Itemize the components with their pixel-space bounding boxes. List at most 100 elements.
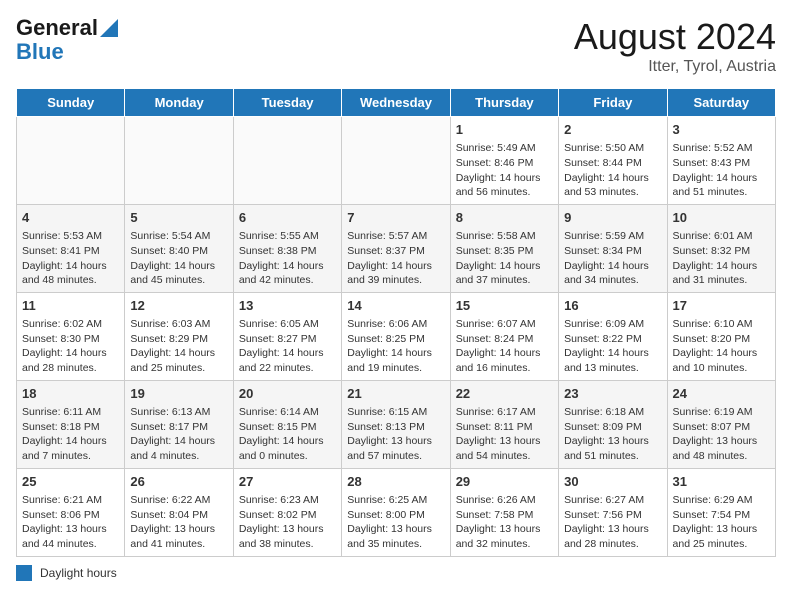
day-number: 23 bbox=[564, 385, 661, 403]
day-cell: 14Sunrise: 6:06 AM Sunset: 8:25 PM Dayli… bbox=[342, 292, 450, 380]
column-header-tuesday: Tuesday bbox=[233, 89, 341, 117]
day-cell bbox=[125, 117, 233, 205]
day-info: Sunrise: 6:22 AM Sunset: 8:04 PM Dayligh… bbox=[130, 493, 227, 552]
day-number: 26 bbox=[130, 473, 227, 491]
day-number: 12 bbox=[130, 297, 227, 315]
day-number: 19 bbox=[130, 385, 227, 403]
day-cell: 31Sunrise: 6:29 AM Sunset: 7:54 PM Dayli… bbox=[667, 468, 775, 556]
day-cell: 5 Sunrise: 5:54 AM Sunset: 8:40 PM Daylig… bbox=[125, 204, 233, 292]
day-number: 28 bbox=[347, 473, 444, 491]
day-number: 24 bbox=[673, 385, 770, 403]
day-cell: 29 Sunrise: 6:26 AM Sunset: 7:58 PM Dayli… bbox=[450, 468, 558, 556]
calendar-body: 1Sunrise: 5:49 AM Sunset: 8:46 PM Daylig… bbox=[17, 117, 776, 557]
day-number: 6 bbox=[239, 209, 336, 227]
logo-triangle-icon bbox=[100, 19, 118, 37]
day-info: Sunrise: 6:19 AM Sunset: 8:07 PM Dayligh… bbox=[673, 405, 770, 464]
day-cell bbox=[233, 117, 341, 205]
day-cell bbox=[17, 117, 125, 205]
day-info: Sunrise: 5:54 AM Sunset: 8:40 PM Dayligh… bbox=[130, 229, 227, 288]
day-info: Sunrise: 6:01 AM Sunset: 8:32 PM Dayligh… bbox=[673, 229, 770, 288]
day-cell: 20Sunrise: 6:14 AM Sunset: 8:15 PM Dayli… bbox=[233, 380, 341, 468]
day-cell: 24 Sunrise: 6:19 AM Sunset: 8:07 PM Dayli… bbox=[667, 380, 775, 468]
day-info: Sunrise: 6:03 AM Sunset: 8:29 PM Dayligh… bbox=[130, 317, 227, 376]
day-info: Sunrise: 6:07 AM Sunset: 8:24 PM Dayligh… bbox=[456, 317, 553, 376]
day-info: Sunrise: 6:23 AM Sunset: 8:02 PM Dayligh… bbox=[239, 493, 336, 552]
day-cell: 30Sunrise: 6:27 AM Sunset: 7:56 PM Dayli… bbox=[559, 468, 667, 556]
day-cell: 19Sunrise: 6:13 AM Sunset: 8:17 PM Dayli… bbox=[125, 380, 233, 468]
column-header-saturday: Saturday bbox=[667, 89, 775, 117]
day-number: 9 bbox=[564, 209, 661, 227]
logo-text: General bbox=[16, 16, 98, 40]
day-info: Sunrise: 6:14 AM Sunset: 8:15 PM Dayligh… bbox=[239, 405, 336, 464]
day-info: Sunrise: 6:21 AM Sunset: 8:06 PM Dayligh… bbox=[22, 493, 119, 552]
column-header-thursday: Thursday bbox=[450, 89, 558, 117]
day-number: 17 bbox=[673, 297, 770, 315]
day-cell: 12 Sunrise: 6:03 AM Sunset: 8:29 PM Dayli… bbox=[125, 292, 233, 380]
day-cell: 26 Sunrise: 6:22 AM Sunset: 8:04 PM Dayli… bbox=[125, 468, 233, 556]
title-block: August 2024 Itter, Tyrol, Austria bbox=[574, 16, 776, 76]
day-number: 21 bbox=[347, 385, 444, 403]
page-subtitle: Itter, Tyrol, Austria bbox=[574, 58, 776, 76]
week-row-4: 25 Sunrise: 6:21 AM Sunset: 8:06 PM Dayli… bbox=[17, 468, 776, 556]
day-info: Sunrise: 5:52 AM Sunset: 8:43 PM Dayligh… bbox=[673, 141, 770, 200]
day-info: Sunrise: 5:59 AM Sunset: 8:34 PM Dayligh… bbox=[564, 229, 661, 288]
day-number: 11 bbox=[22, 297, 119, 315]
day-cell: 21Sunrise: 6:15 AM Sunset: 8:13 PM Dayli… bbox=[342, 380, 450, 468]
day-cell: 25 Sunrise: 6:21 AM Sunset: 8:06 PM Dayli… bbox=[17, 468, 125, 556]
day-info: Sunrise: 6:17 AM Sunset: 8:11 PM Dayligh… bbox=[456, 405, 553, 464]
day-cell: 13Sunrise: 6:05 AM Sunset: 8:27 PM Dayli… bbox=[233, 292, 341, 380]
day-cell: 10Sunrise: 6:01 AM Sunset: 8:32 PM Dayli… bbox=[667, 204, 775, 292]
day-cell: 27 Sunrise: 6:23 AM Sunset: 8:02 PM Dayli… bbox=[233, 468, 341, 556]
day-number: 22 bbox=[456, 385, 553, 403]
day-info: Sunrise: 5:50 AM Sunset: 8:44 PM Dayligh… bbox=[564, 141, 661, 200]
day-info: Sunrise: 6:25 AM Sunset: 8:00 PM Dayligh… bbox=[347, 493, 444, 552]
day-info: Sunrise: 5:53 AM Sunset: 8:41 PM Dayligh… bbox=[22, 229, 119, 288]
day-cell: 1Sunrise: 5:49 AM Sunset: 8:46 PM Daylig… bbox=[450, 117, 558, 205]
day-cell: 11 Sunrise: 6:02 AM Sunset: 8:30 PM Dayli… bbox=[17, 292, 125, 380]
column-header-wednesday: Wednesday bbox=[342, 89, 450, 117]
day-info: Sunrise: 5:55 AM Sunset: 8:38 PM Dayligh… bbox=[239, 229, 336, 288]
day-info: Sunrise: 6:11 AM Sunset: 8:18 PM Dayligh… bbox=[22, 405, 119, 464]
day-cell: 9 Sunrise: 5:59 AM Sunset: 8:34 PM Daylig… bbox=[559, 204, 667, 292]
day-info: Sunrise: 5:57 AM Sunset: 8:37 PM Dayligh… bbox=[347, 229, 444, 288]
day-info: Sunrise: 6:02 AM Sunset: 8:30 PM Dayligh… bbox=[22, 317, 119, 376]
day-cell: 4 Sunrise: 5:53 AM Sunset: 8:41 PM Daylig… bbox=[17, 204, 125, 292]
day-cell: 8 Sunrise: 5:58 AM Sunset: 8:35 PM Daylig… bbox=[450, 204, 558, 292]
day-cell: 6 Sunrise: 5:55 AM Sunset: 8:38 PM Daylig… bbox=[233, 204, 341, 292]
day-info: Sunrise: 6:29 AM Sunset: 7:54 PM Dayligh… bbox=[673, 493, 770, 552]
day-cell: 7 Sunrise: 5:57 AM Sunset: 8:37 PM Daylig… bbox=[342, 204, 450, 292]
week-row-3: 18 Sunrise: 6:11 AM Sunset: 8:18 PM Dayli… bbox=[17, 380, 776, 468]
day-number: 27 bbox=[239, 473, 336, 491]
week-row-0: 1Sunrise: 5:49 AM Sunset: 8:46 PM Daylig… bbox=[17, 117, 776, 205]
day-cell: 23 Sunrise: 6:18 AM Sunset: 8:09 PM Dayli… bbox=[559, 380, 667, 468]
logo-blue-text: Blue bbox=[16, 39, 64, 64]
day-cell: 16Sunrise: 6:09 AM Sunset: 8:22 PM Dayli… bbox=[559, 292, 667, 380]
day-info: Sunrise: 6:09 AM Sunset: 8:22 PM Dayligh… bbox=[564, 317, 661, 376]
day-number: 8 bbox=[456, 209, 553, 227]
week-row-1: 4 Sunrise: 5:53 AM Sunset: 8:41 PM Daylig… bbox=[17, 204, 776, 292]
day-number: 15 bbox=[456, 297, 553, 315]
page-title: August 2024 bbox=[574, 16, 776, 58]
day-number: 14 bbox=[347, 297, 444, 315]
day-number: 7 bbox=[347, 209, 444, 227]
day-number: 4 bbox=[22, 209, 119, 227]
column-header-monday: Monday bbox=[125, 89, 233, 117]
day-info: Sunrise: 6:27 AM Sunset: 7:56 PM Dayligh… bbox=[564, 493, 661, 552]
day-info: Sunrise: 6:26 AM Sunset: 7:58 PM Dayligh… bbox=[456, 493, 553, 552]
day-cell: 3 Sunrise: 5:52 AM Sunset: 8:43 PM Daylig… bbox=[667, 117, 775, 205]
calendar-table: SundayMondayTuesdayWednesdayThursdayFrid… bbox=[16, 88, 776, 557]
column-header-sunday: Sunday bbox=[17, 89, 125, 117]
day-cell: 15 Sunrise: 6:07 AM Sunset: 8:24 PM Dayli… bbox=[450, 292, 558, 380]
day-info: Sunrise: 5:58 AM Sunset: 8:35 PM Dayligh… bbox=[456, 229, 553, 288]
day-cell: 18 Sunrise: 6:11 AM Sunset: 8:18 PM Dayli… bbox=[17, 380, 125, 468]
day-info: Sunrise: 6:10 AM Sunset: 8:20 PM Dayligh… bbox=[673, 317, 770, 376]
day-number: 29 bbox=[456, 473, 553, 491]
day-cell: 17 Sunrise: 6:10 AM Sunset: 8:20 PM Dayli… bbox=[667, 292, 775, 380]
day-cell: 22 Sunrise: 6:17 AM Sunset: 8:11 PM Dayli… bbox=[450, 380, 558, 468]
day-number: 25 bbox=[22, 473, 119, 491]
day-number: 18 bbox=[22, 385, 119, 403]
page-header: General Blue August 2024 Itter, Tyrol, A… bbox=[16, 16, 776, 76]
day-info: Sunrise: 6:18 AM Sunset: 8:09 PM Dayligh… bbox=[564, 405, 661, 464]
day-number: 5 bbox=[130, 209, 227, 227]
day-number: 3 bbox=[673, 121, 770, 139]
